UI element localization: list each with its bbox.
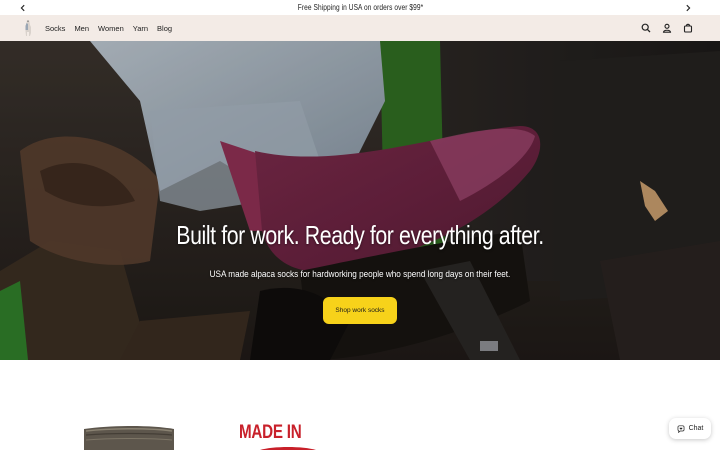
site-header: Socks Men Women Yarn Blog: [0, 15, 720, 41]
nav-item-women[interactable]: Women: [98, 24, 124, 33]
featured-section: MADE IN: [0, 360, 720, 450]
hero-subtitle: USA made alpaca socks for hardworking pe…: [209, 269, 511, 280]
chat-label: Chat: [688, 425, 704, 432]
nav-item-men[interactable]: Men: [74, 24, 89, 33]
sock-product-image[interactable]: [82, 425, 176, 450]
nav-item-yarn[interactable]: Yarn: [133, 24, 148, 33]
announcement-text: Free Shipping in USA on orders over $99*: [297, 3, 423, 12]
made-in-usa-badge: MADE IN: [239, 422, 302, 443]
announcement-bar: Free Shipping in USA on orders over $99*: [0, 0, 720, 15]
nav-item-socks[interactable]: Socks: [45, 24, 65, 33]
alpaca-logo-icon[interactable]: [20, 18, 36, 38]
chevron-right-icon[interactable]: [678, 0, 698, 15]
cart-icon[interactable]: [682, 22, 694, 34]
chat-heart-icon: [677, 424, 684, 433]
search-icon[interactable]: [640, 22, 652, 34]
hero-title: Built for work. Ready for everything aft…: [176, 220, 544, 250]
account-icon[interactable]: [661, 22, 673, 34]
chevron-left-icon[interactable]: [13, 0, 33, 15]
made-in-usa-graphic: [260, 447, 316, 450]
chat-button[interactable]: Chat: [669, 418, 711, 439]
nav-item-blog[interactable]: Blog: [157, 24, 172, 33]
hero-banner: Built for work. Ready for everything aft…: [0, 41, 720, 360]
main-nav: Socks Men Women Yarn Blog: [45, 15, 181, 41]
shop-work-socks-button[interactable]: Shop work socks: [323, 297, 397, 324]
